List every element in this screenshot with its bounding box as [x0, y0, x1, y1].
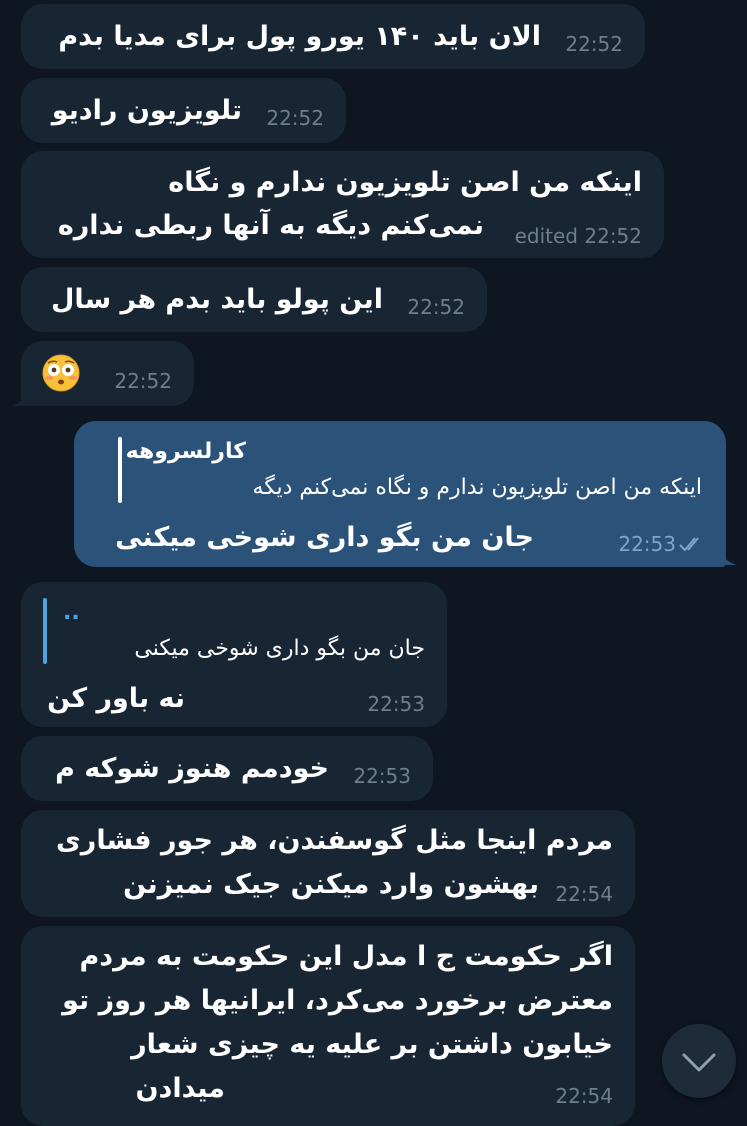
reply-author: .. [63, 600, 80, 625]
bubble-tail [715, 545, 737, 565]
message-bubble[interactable]: این پولو باید بدم هر سال 22:52 [21, 267, 487, 332]
message-time: 22:52 [407, 295, 465, 319]
reply-author: کارلسروهه [125, 439, 246, 464]
reply-bar [43, 598, 47, 664]
message-text-line: خیابون داشتن بر علیه یه چیزی شعار [131, 1029, 613, 1060]
chat-history[interactable]: الان باید ۱۴۰ یورو پول برای مدیا بدم 22:… [0, 0, 747, 1126]
message-time: 22:52 [114, 369, 172, 393]
reply-text: جان من بگو داری شوخی میکنی [134, 636, 425, 661]
message-time: 22:54 [555, 882, 613, 906]
message-bubble[interactable]: الان باید ۱۴۰ یورو پول برای مدیا بدم 22:… [21, 4, 645, 69]
message-bubble[interactable]: تلویزیون رادیو 22:52 [21, 78, 346, 143]
message-bubble[interactable]: 22:52 [21, 341, 194, 406]
reply-text: اینکه من اصن تلویزیون ندارم و نگاه نمی‌ک… [252, 475, 702, 500]
message-text-line: اگر حکومت ج ا مدل این حکومت به مردم [79, 941, 613, 972]
scroll-to-bottom-button[interactable] [662, 1024, 736, 1098]
message-text-line: اینکه من اصن تلویزیون ندارم و نگاه [168, 167, 642, 198]
message-time: 22:54 [555, 1084, 613, 1108]
flushed-face-emoji [42, 354, 80, 392]
message-bubble[interactable]: اینکه من اصن تلویزیون ندارم و نگاه نمی‌ک… [21, 151, 664, 258]
message-text: الان باید ۱۴۰ یورو پول برای مدیا بدم [58, 21, 541, 52]
outgoing-message-bubble[interactable]: کارلسروهه اینکه من اصن تلویزیون ندارم و … [74, 421, 726, 567]
message-bubble[interactable]: خودمم هنوز شوکه م 22:53 [21, 736, 433, 801]
message-time: 22:53 [367, 692, 425, 716]
message-time: 22:52 [266, 106, 324, 130]
chevron-down-icon [682, 1053, 716, 1072]
message-bubble[interactable]: .. جان من بگو داری شوخی میکنی نه باور کن… [21, 582, 447, 727]
message-time: 22:52 [565, 32, 623, 56]
message-text: خودمم هنوز شوکه م [55, 753, 329, 784]
message-time: 22:53 [353, 764, 411, 788]
message-text-line: مردم اینجا مثل گوسفندن، هر جور فشاری [56, 825, 613, 856]
message-text-line: نمی‌کنم دیگه به آنها ربطی نداره [57, 210, 484, 241]
reply-preview[interactable]: .. جان من بگو داری شوخی میکنی [43, 596, 427, 666]
message-text-line: بهشون وارد میکنن جیک نمیزنن [123, 869, 539, 900]
message-time: edited 22:52 [514, 224, 642, 248]
message-text-line: معترض برخورد می‌کرد، ایرانیها هر روز تو [62, 985, 613, 1016]
message-text: جان من بگو داری شوخی میکنی [115, 522, 534, 553]
bubble-tail [12, 388, 32, 406]
message-text: تلویزیون رادیو [51, 95, 242, 126]
message-time: 22:53 [618, 532, 676, 556]
message-text: نه باور کن [47, 683, 185, 714]
message-text-line: میدادن [135, 1073, 226, 1104]
message-bubble[interactable]: اگر حکومت ج ا مدل این حکومت به مردم معتر… [21, 926, 635, 1126]
reply-bar [118, 437, 122, 503]
reply-preview[interactable]: کارلسروهه اینکه من اصن تلویزیون ندارم و … [98, 435, 702, 505]
message-bubble[interactable]: مردم اینجا مثل گوسفندن، هر جور فشاری بهش… [21, 810, 635, 917]
message-text: این پولو باید بدم هر سال [51, 284, 383, 315]
double-check-icon [679, 537, 699, 552]
